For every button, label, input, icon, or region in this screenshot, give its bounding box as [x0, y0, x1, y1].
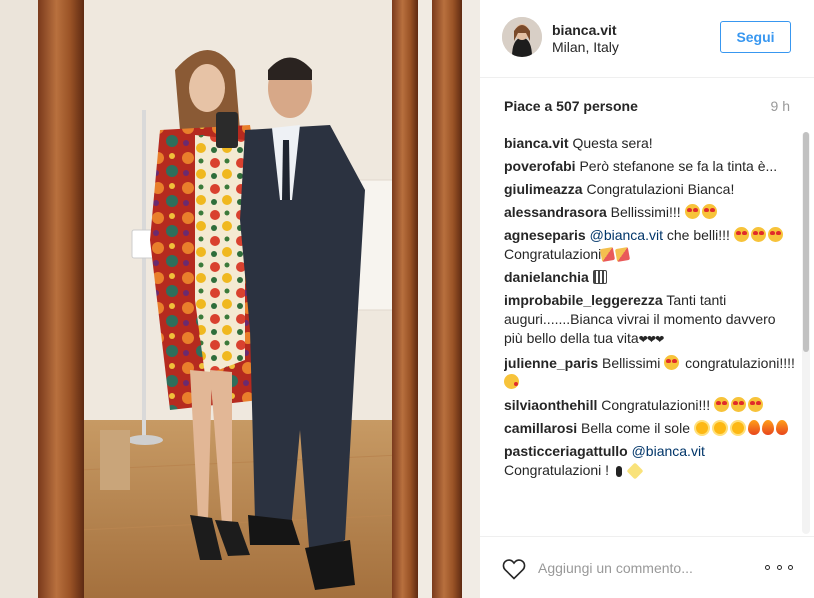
post-photo[interactable] [0, 0, 480, 598]
comment-username[interactable]: agneseparis [504, 227, 586, 243]
comment-text-2: Congratulazioni [504, 246, 602, 262]
comment-mention[interactable]: @bianca.vit [632, 443, 705, 459]
comments-list: bianca.vit Questa sera! poverofabi Però s… [504, 134, 796, 532]
post-header: bianca.vit Milan, Italy Segui [480, 0, 814, 78]
heart-eyes-emoji-icon [701, 204, 717, 219]
comment-item: danielanchia [504, 268, 796, 287]
party-emoji-icon [600, 246, 616, 263]
post-footer [480, 536, 814, 598]
heart-eyes-emoji-icon [748, 397, 764, 412]
heart-eyes-emoji-icon [731, 397, 747, 412]
more-dot [765, 564, 770, 570]
heart-eyes-emoji-icon [714, 397, 730, 412]
comment-item: alessandrasora Bellissimi!!! [504, 203, 796, 222]
user-info: bianca.vit Milan, Italy [552, 22, 619, 56]
avatar[interactable] [502, 17, 542, 57]
comment-item: poverofabi Però stefanone se fa la tinta… [504, 157, 796, 176]
heart-eyes-emoji-icon [750, 227, 766, 242]
comment-item: silviaonthehill Congratulazioni!!! [504, 396, 796, 415]
comment-text: Bellissimi [602, 355, 661, 371]
sparkle-emoji-icon [626, 462, 644, 480]
heart-outline-icon[interactable] [502, 558, 526, 580]
avatar-image [502, 17, 542, 57]
likes-count[interactable]: Piace a 507 persone [504, 98, 638, 114]
fire-emoji-icon [761, 420, 774, 435]
comment-item: julienne_paris Bellissimi congratulazion… [504, 354, 796, 392]
comment-item: improbabile_leggerezza Tanti tanti augur… [504, 291, 796, 350]
comment-text: Bellissimi!!! [610, 204, 681, 220]
more-options-icon[interactable] [765, 559, 793, 575]
comment-item: agneseparis @bianca.vit che belli!!! Con… [504, 226, 796, 264]
post-time[interactable]: 9 h [771, 98, 790, 114]
comment-username[interactable]: bianca.vit [504, 135, 569, 151]
comment-username[interactable]: silviaonthehill [504, 397, 597, 413]
comment-username[interactable]: julienne_paris [504, 355, 598, 371]
comment-username[interactable]: poverofabi [504, 158, 576, 174]
heart-eyes-emoji-icon [684, 204, 700, 219]
comment-item: pasticceriagattullo @bianca.vit Congratu… [504, 442, 796, 480]
kiss-emoji-icon [504, 374, 519, 389]
sun-emoji-icon [695, 422, 708, 434]
username-link[interactable]: bianca.vit [552, 22, 619, 39]
comment-text: che belli!!! [666, 227, 730, 243]
likes-row: Piace a 507 persone 9 h [504, 98, 790, 116]
more-dot [776, 564, 782, 570]
comment-username[interactable]: giulimeazza [504, 181, 583, 197]
follow-button[interactable]: Segui [720, 21, 791, 53]
comment-item: giulimeazza Congratulazioni Bianca! [504, 180, 796, 199]
comment-username[interactable]: improbabile_leggerezza [504, 292, 663, 308]
comment-text: Congratulazioni!!! [601, 397, 711, 413]
comment-text-2: congratulazioni!!!! [685, 355, 795, 371]
comment-username[interactable]: danielanchia [504, 269, 589, 285]
heart-eyes-emoji-icon [733, 227, 749, 242]
comment-username[interactable]: alessandrasora [504, 204, 607, 220]
sun-emoji-icon [713, 422, 726, 434]
sun-emoji-icon [731, 422, 744, 434]
comment-item: bianca.vit Questa sera! [504, 134, 796, 153]
comment-text: Congratulazioni ! [504, 462, 610, 478]
comment-hearts: ❤❤❤ [638, 334, 665, 346]
comment-username[interactable]: pasticceriagattullo [504, 443, 628, 459]
more-dot [788, 564, 793, 570]
comments-scrollbar[interactable] [802, 132, 810, 534]
comment-text: Congratulazioni Bianca! [586, 181, 735, 197]
comment-input[interactable] [538, 557, 758, 579]
heart-eyes-emoji-icon [767, 227, 783, 242]
comment-item: camillarosi Bella come il sole [504, 419, 796, 438]
comment-username[interactable]: camillarosi [504, 420, 577, 436]
comment-text: Questa sera! [572, 135, 653, 151]
party-emoji-icon [615, 246, 631, 263]
grid-emoji-icon [592, 270, 607, 284]
comment-mention[interactable]: @bianca.vit [590, 227, 663, 243]
location-link[interactable]: Milan, Italy [552, 39, 619, 56]
mirror-selfie-image [0, 0, 480, 598]
comment-text: Bella come il sole [581, 420, 690, 436]
post-side-panel: bianca.vit Milan, Italy Segui Piace a 50… [480, 0, 814, 598]
heart-eyes-emoji-icon [664, 355, 680, 370]
fire-emoji-icon [747, 420, 760, 435]
ribbon-emoji-icon [615, 466, 622, 477]
scrollbar-thumb[interactable] [803, 132, 809, 352]
fire-emoji-icon [775, 420, 788, 435]
comment-text: Però stefanone se fa la tinta è... [579, 158, 778, 174]
